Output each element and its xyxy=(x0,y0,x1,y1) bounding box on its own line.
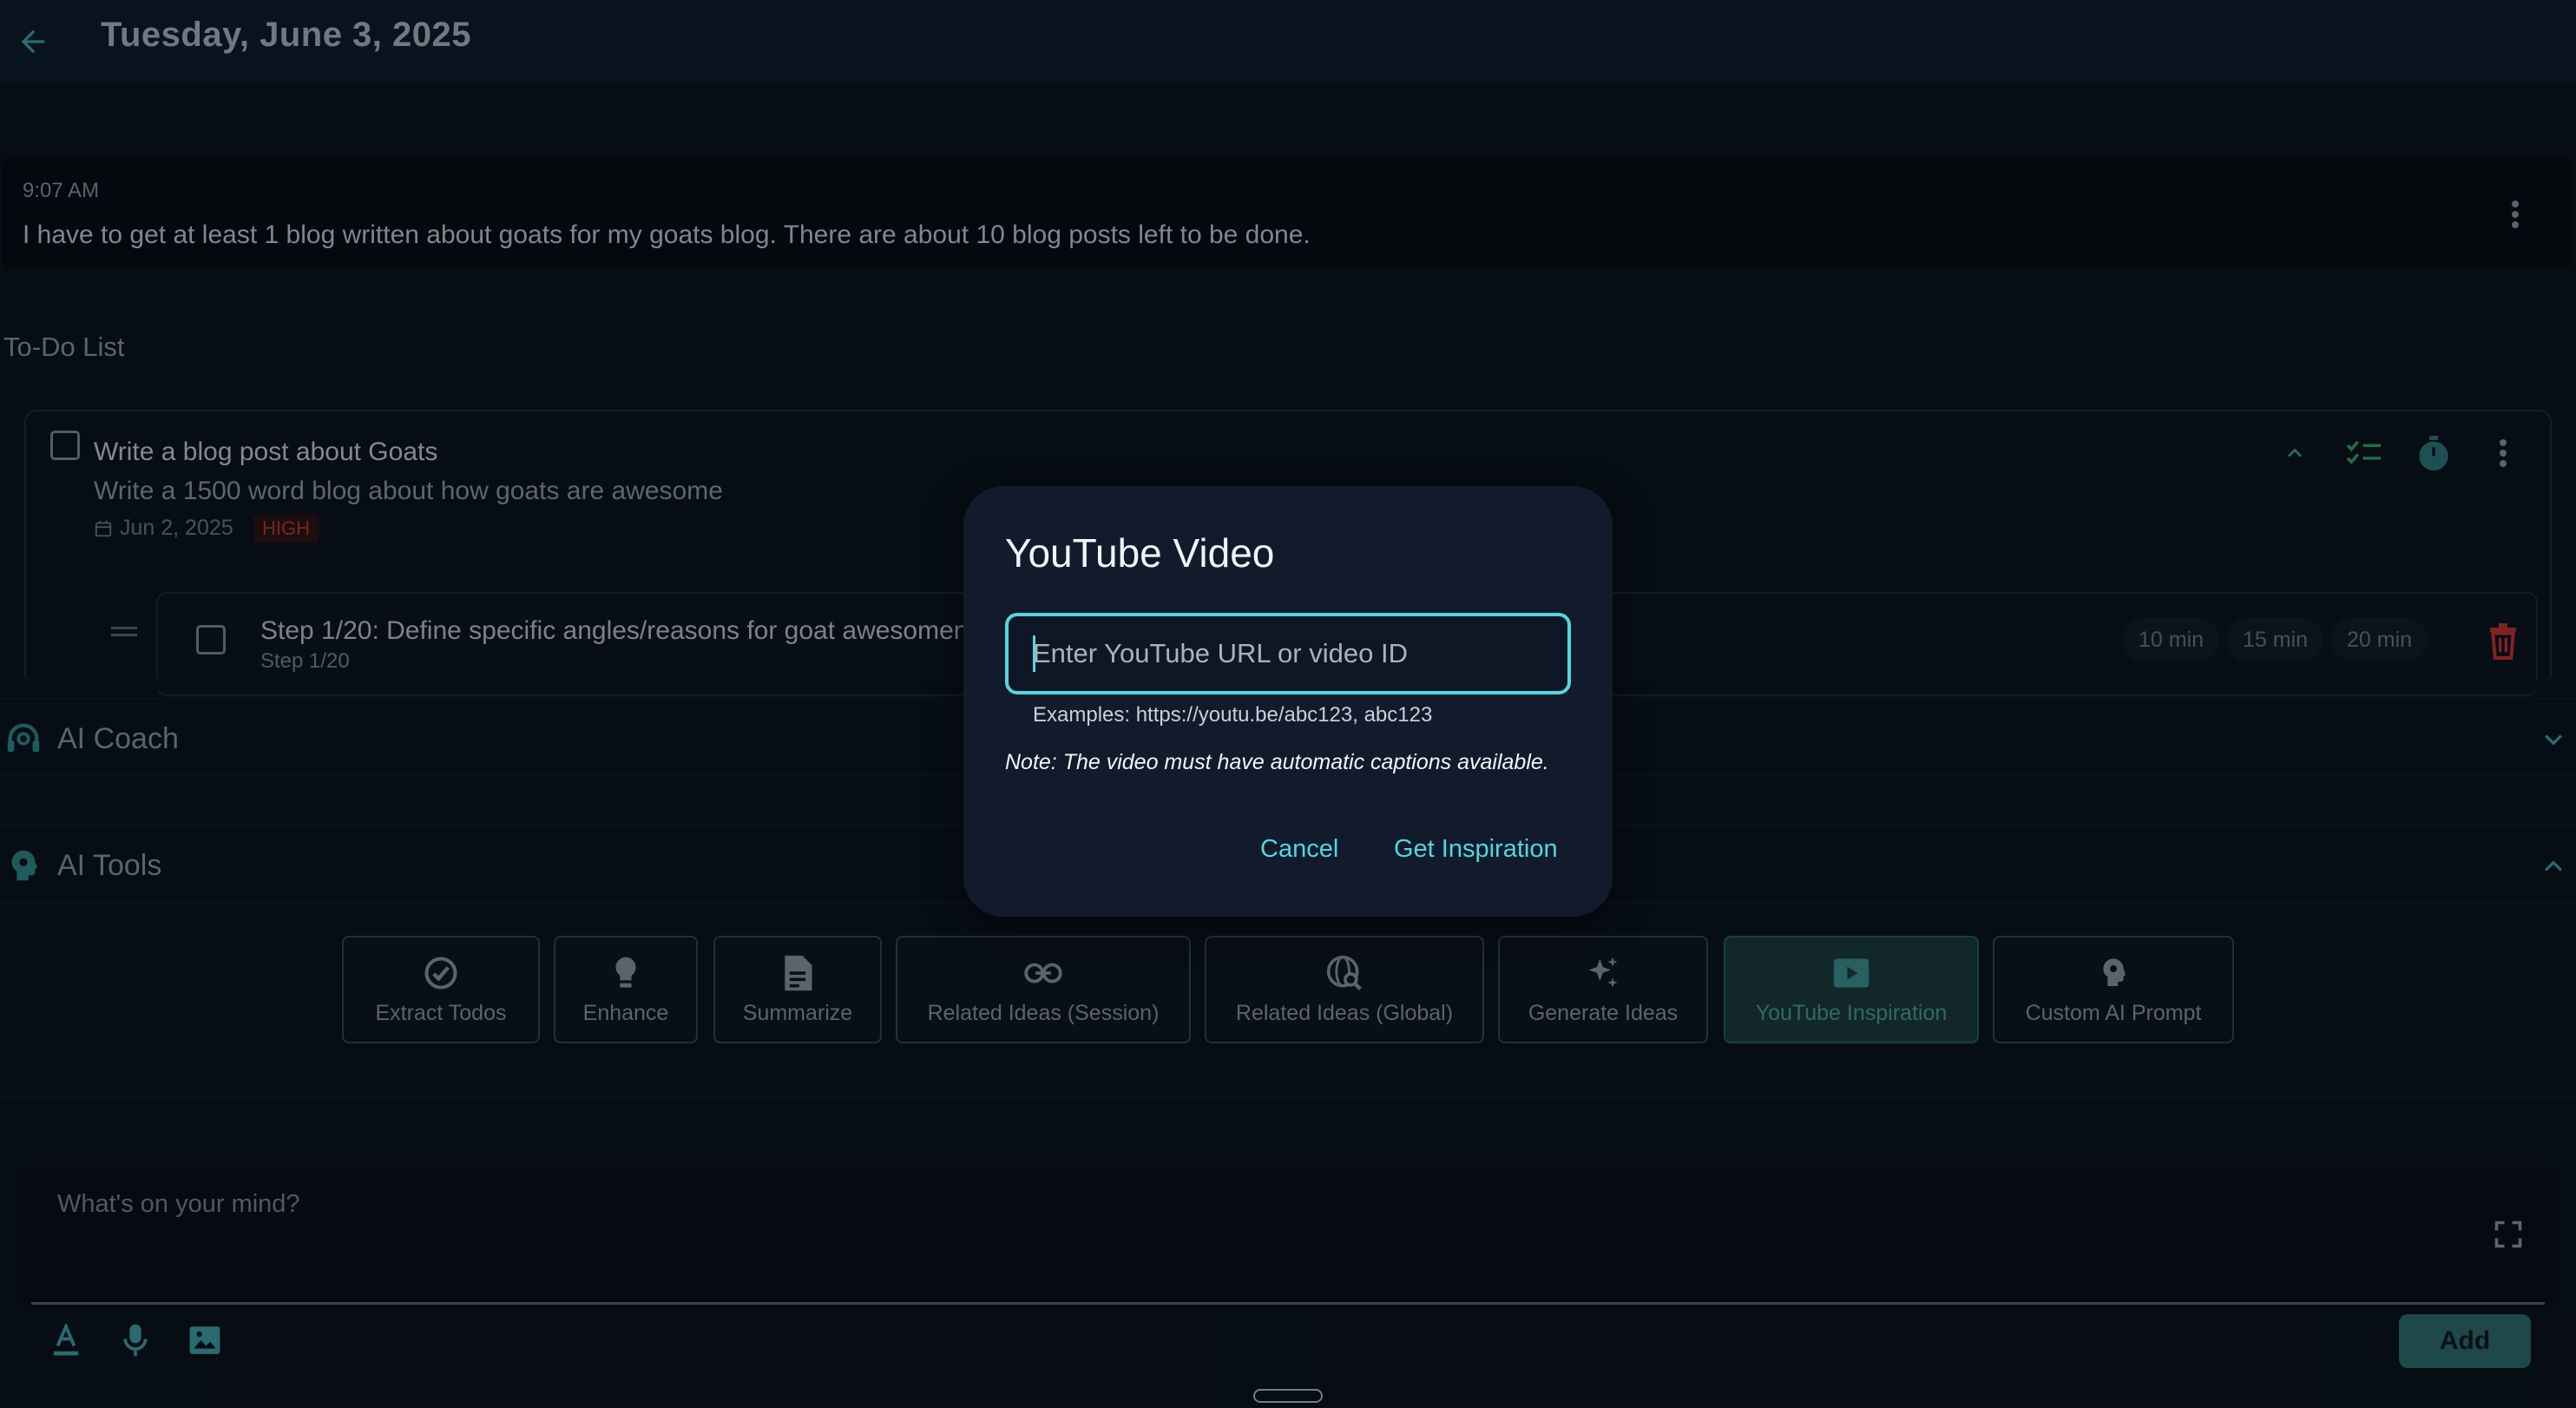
youtube-video-dialog: YouTube Video Examples: https://youtu.be… xyxy=(963,486,1613,917)
cancel-button[interactable]: Cancel xyxy=(1246,825,1352,873)
youtube-url-field[interactable] xyxy=(1005,613,1571,694)
url-helper-text: Examples: https://youtu.be/abc123, abc12… xyxy=(1033,703,1433,727)
dialog-title: YouTube Video xyxy=(1005,530,1275,576)
get-inspiration-button[interactable]: Get Inspiration xyxy=(1380,825,1572,873)
text-caret xyxy=(1033,635,1035,672)
youtube-url-input[interactable] xyxy=(1033,630,1550,677)
captions-note: Note: The video must have automatic capt… xyxy=(1005,750,1549,774)
